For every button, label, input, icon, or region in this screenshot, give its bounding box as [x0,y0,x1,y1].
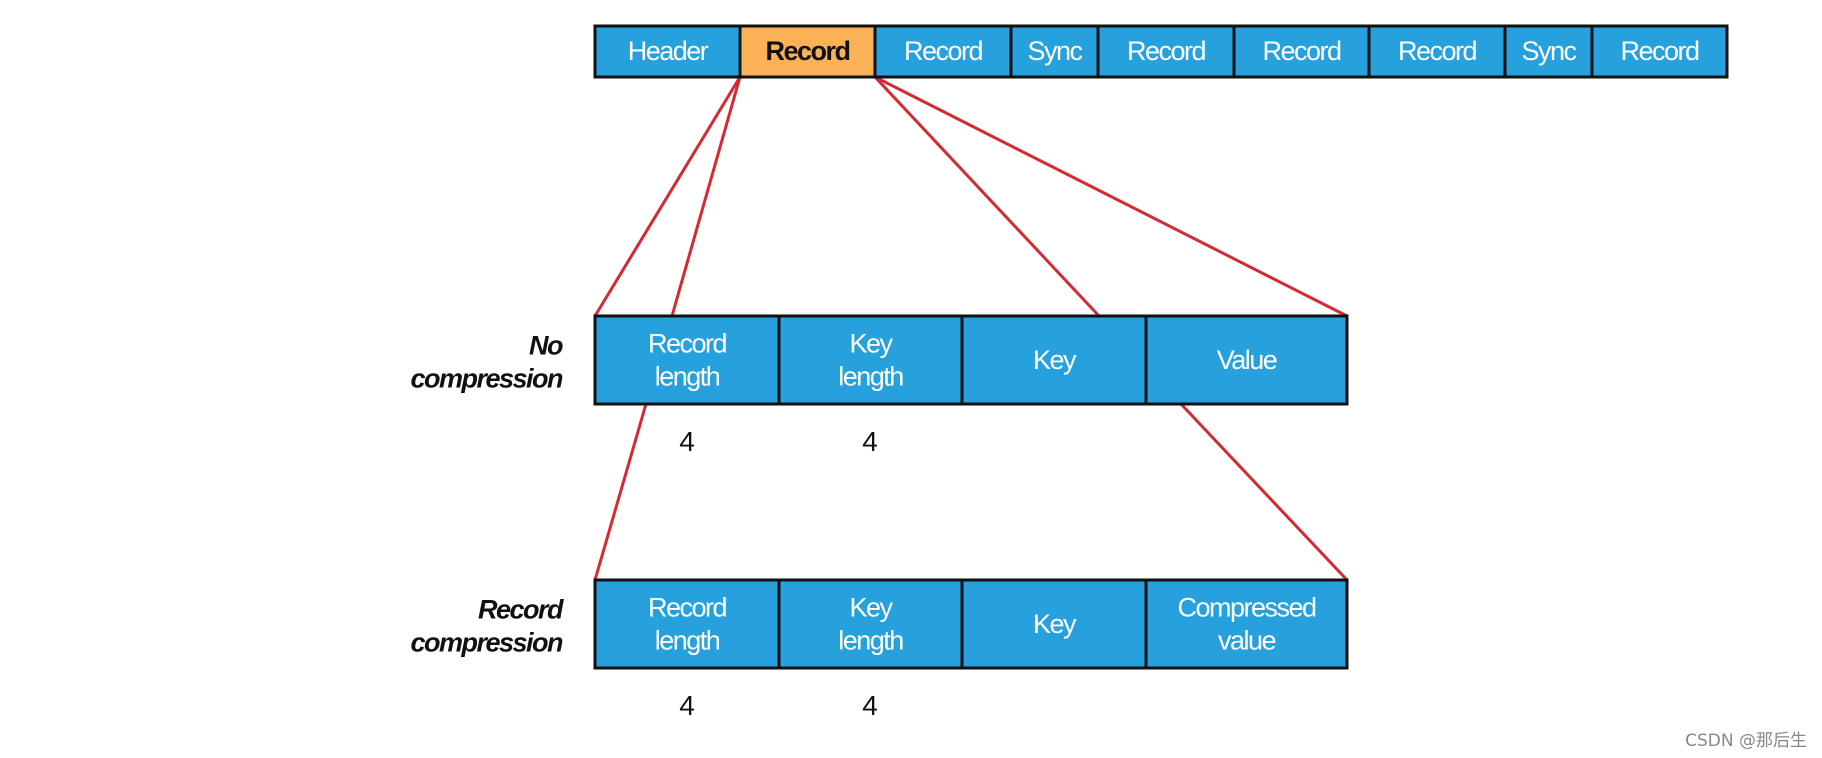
top-cell-label: Header [628,36,709,66]
top-cell-label: Record [1262,36,1341,66]
top-cell-label: Sync [1521,36,1576,66]
field-size: 4 [862,690,878,721]
top-cell-label: Sync [1027,36,1082,66]
top-cell-label: Record [765,36,849,66]
field-label: Key [1033,345,1077,375]
field-size: 4 [679,426,695,457]
field-label: Value [1217,345,1277,375]
sequence-file-diagram: Header Record Record Sync Record Record Record… [410,24,1729,721]
connector-line [670,76,742,317]
connector-line [593,403,648,581]
connector-line [593,76,742,317]
top-cell-label: Record [1127,36,1206,66]
field-size: 4 [862,426,878,457]
top-cell-label: Record [1398,36,1477,66]
connector-line [874,75,1348,318]
top-cell-label: Record [1620,36,1699,66]
row-label: No compression [410,331,563,394]
field-size: 4 [679,690,695,721]
top-cell-label: Record [904,36,983,66]
connector-line [873,75,1101,318]
connector-line [1179,402,1349,582]
field-label: Key [1033,609,1077,639]
watermark: CSDN @那后生 [1685,731,1807,751]
row-label: Record compression [410,595,564,658]
